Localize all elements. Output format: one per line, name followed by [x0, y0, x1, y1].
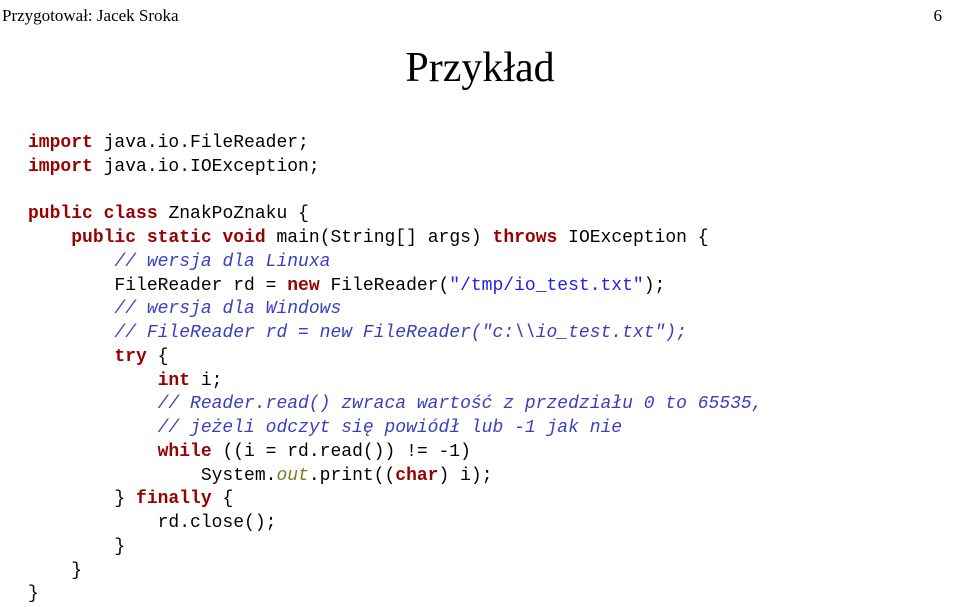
code-field: out	[276, 466, 308, 486]
code-text: {	[212, 489, 234, 509]
keyword-static: static	[147, 228, 212, 248]
code-text: i;	[190, 371, 222, 391]
keyword-class: class	[104, 204, 158, 224]
keyword-import: import	[28, 133, 93, 153]
code-text: );	[644, 276, 666, 296]
keyword-import: import	[28, 157, 93, 177]
code-text: }	[28, 537, 125, 557]
code-text: java.io.IOException;	[93, 157, 320, 177]
code-text: }	[28, 561, 82, 581]
page-number: 6	[934, 6, 943, 26]
keyword-while: while	[158, 442, 212, 462]
code-text: .print((	[309, 466, 395, 486]
keyword-public: public	[28, 204, 93, 224]
code-text: java.io.FileReader;	[93, 133, 309, 153]
keyword-new: new	[287, 276, 319, 296]
code-comment: // wersja dla Linuxa	[114, 252, 330, 272]
code-text: ) i);	[439, 466, 493, 486]
code-text: }	[28, 489, 136, 509]
code-text: main(String[] args)	[266, 228, 493, 248]
code-text: {	[147, 347, 169, 367]
code-comment: // wersja dla Windows	[114, 299, 341, 319]
code-text: IOException {	[557, 228, 708, 248]
keyword-try: try	[114, 347, 146, 367]
keyword-finally: finally	[136, 489, 212, 509]
page-header: Przygotował: Jacek Sroka 6	[0, 0, 960, 26]
code-comment: // Reader.read() zwraca wartość z przedz…	[158, 394, 763, 414]
author-label: Przygotował: Jacek Sroka	[2, 6, 179, 26]
code-text: rd.close();	[28, 513, 276, 533]
keyword-public: public	[71, 228, 136, 248]
code-text: ((i = rd.read()) != -1)	[212, 442, 471, 462]
code-text: ZnakPoZnaku {	[158, 204, 309, 224]
code-string: "/tmp/io_test.txt"	[449, 276, 643, 296]
code-comment: // FileReader rd = new FileReader("c:\\i…	[114, 323, 687, 343]
keyword-void: void	[222, 228, 265, 248]
code-text: }	[28, 584, 39, 604]
code-comment: // jeżeli odczyt się powiódł lub -1 jak …	[158, 418, 622, 438]
code-text: System.	[28, 466, 276, 486]
page-title: Przykład	[0, 44, 960, 92]
keyword-char: char	[395, 466, 438, 486]
code-text: FileReader rd =	[28, 276, 287, 296]
code-text: FileReader(	[320, 276, 450, 296]
keyword-throws: throws	[493, 228, 558, 248]
keyword-int: int	[158, 371, 190, 391]
code-block: import java.io.FileReader; import java.i…	[0, 132, 960, 607]
